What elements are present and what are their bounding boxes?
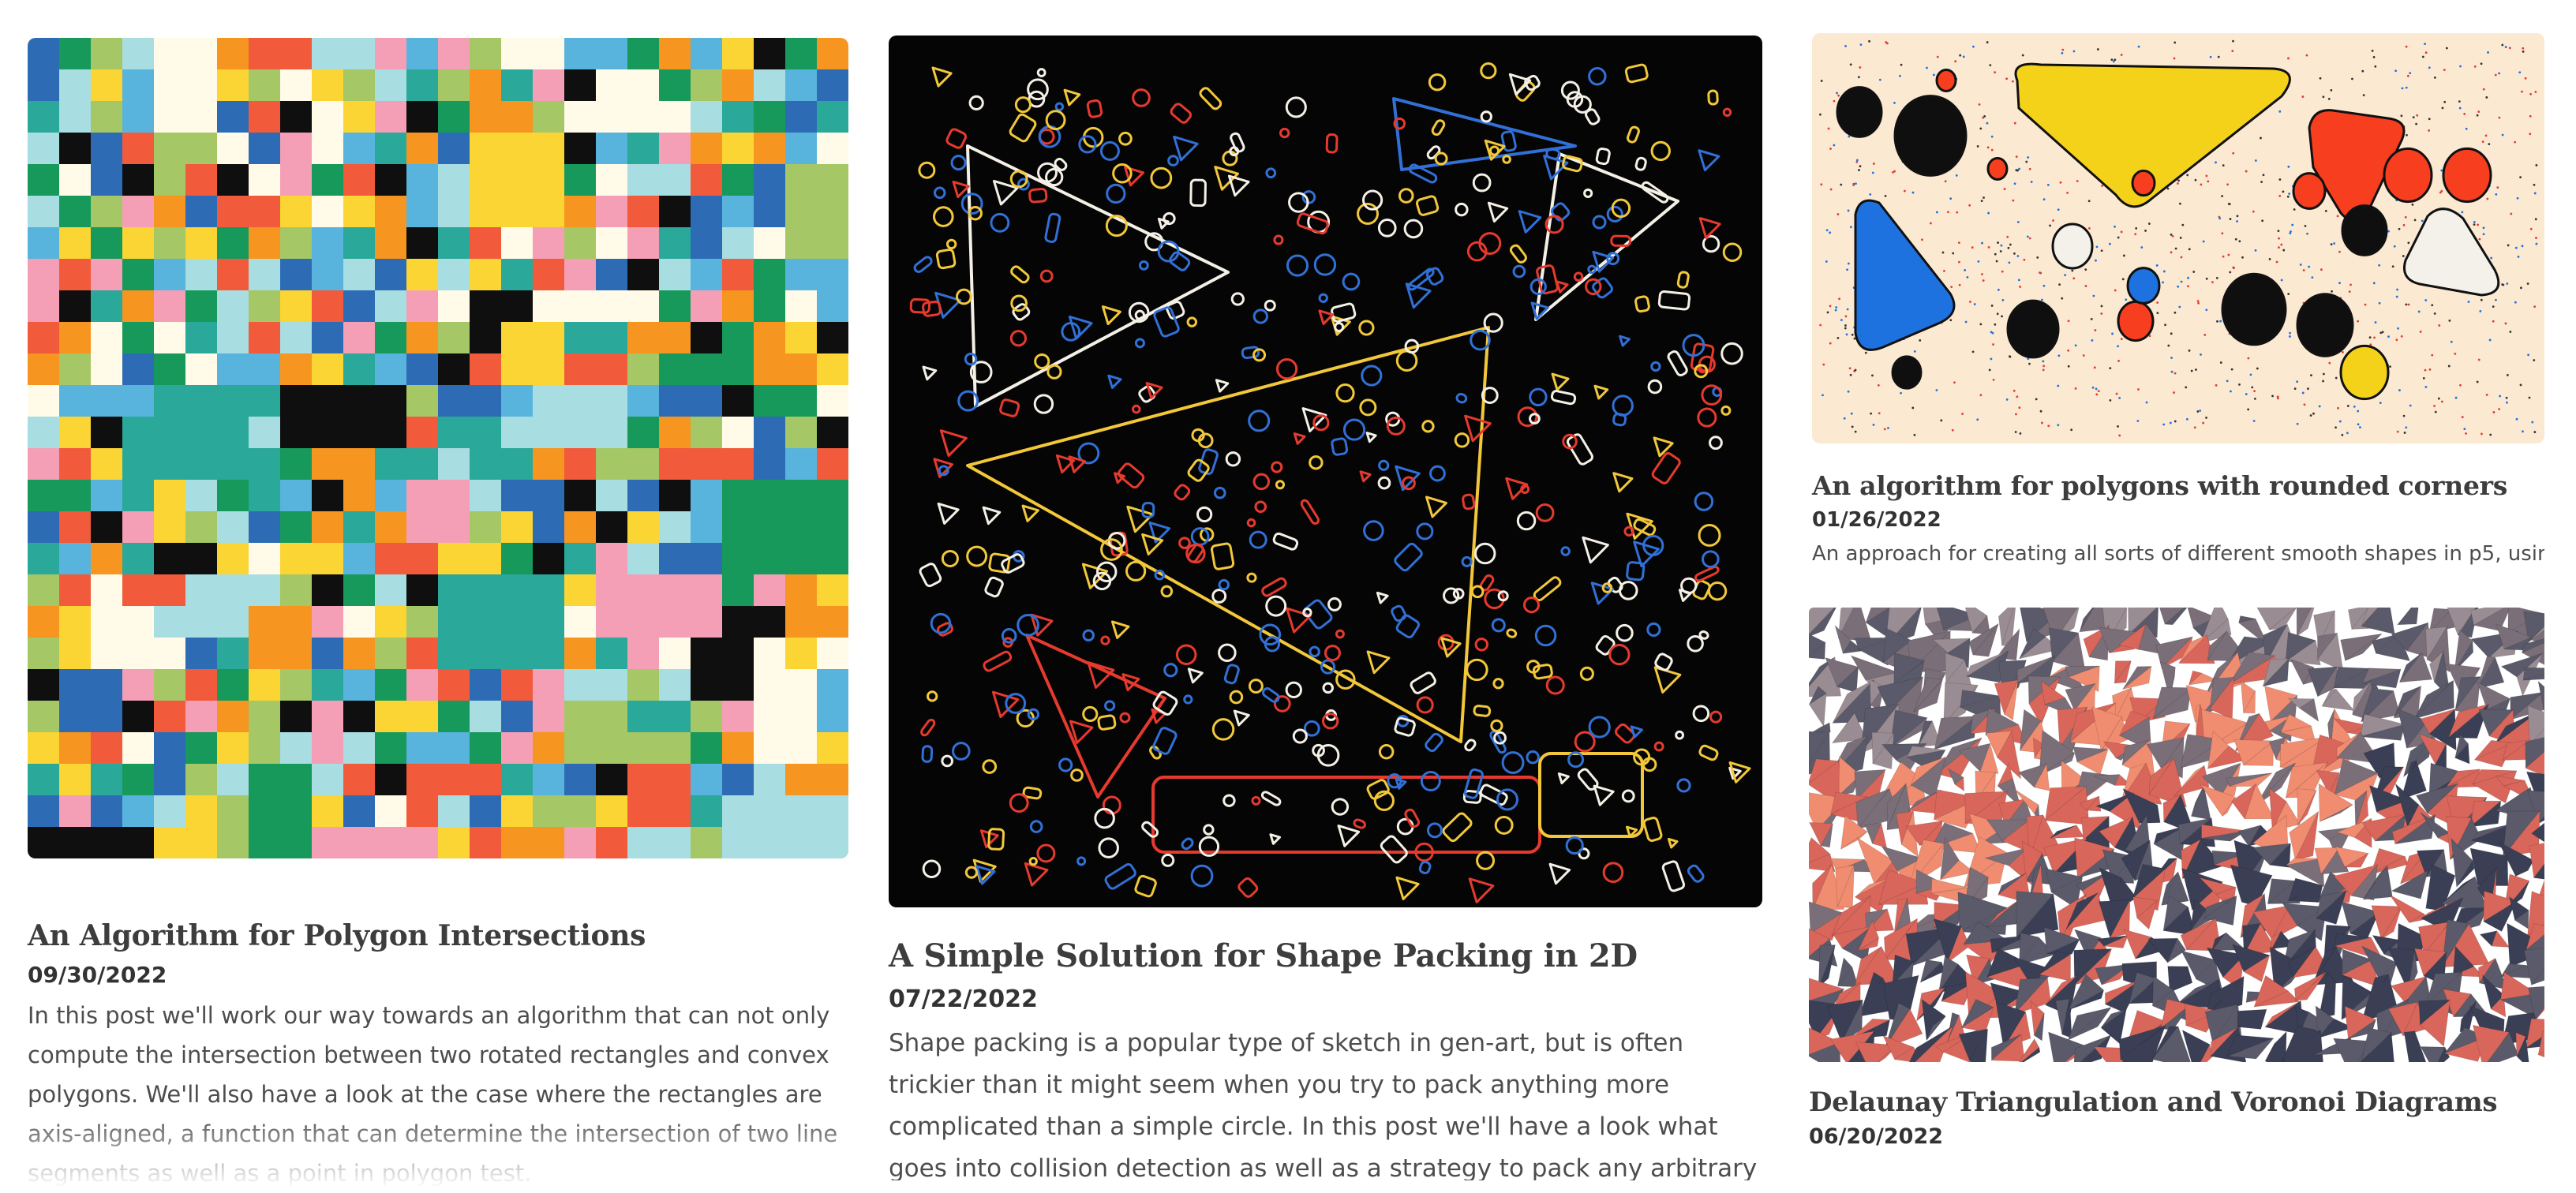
post-thumbnail-mosaic[interactable] bbox=[28, 38, 848, 858]
post-card-rounded-polygons[interactable]: An algorithm for polygons with rounded c… bbox=[1812, 33, 2544, 570]
post-thumbnail-rounded[interactable] bbox=[1812, 33, 2544, 443]
delaunay-image bbox=[1809, 608, 2544, 1062]
packing-image bbox=[889, 36, 1762, 907]
post-card-polygon-intersections[interactable]: An Algorithm for Polygon Intersections 0… bbox=[28, 38, 848, 1193]
post-date: 01/26/2022 bbox=[1812, 507, 2544, 533]
post-excerpt: Shape packing is a popular type of sketc… bbox=[889, 1023, 1762, 1180]
rounded-shapes-image bbox=[1812, 33, 2544, 443]
post-card-delaunay[interactable]: Delaunay Triangulation and Voronoi Diagr… bbox=[1809, 608, 2544, 1150]
post-date: 09/30/2022 bbox=[28, 961, 848, 989]
post-card-shape-packing[interactable]: A Simple Solution for Shape Packing in 2… bbox=[889, 36, 1762, 1180]
post-title[interactable]: A Simple Solution for Shape Packing in 2… bbox=[889, 937, 1762, 975]
post-thumbnail-packing[interactable] bbox=[889, 36, 1762, 907]
post-excerpt: An approach for creating all sorts of di… bbox=[1812, 538, 2544, 570]
post-title[interactable]: Delaunay Triangulation and Voronoi Diagr… bbox=[1809, 1086, 2544, 1119]
post-date: 07/22/2022 bbox=[889, 985, 1762, 1015]
post-thumbnail-delaunay[interactable] bbox=[1809, 608, 2544, 1062]
post-title[interactable]: An Algorithm for Polygon Intersections bbox=[28, 918, 848, 953]
post-title[interactable]: An algorithm for polygons with rounded c… bbox=[1812, 470, 2544, 502]
post-date: 06/20/2022 bbox=[1809, 1124, 2544, 1150]
post-excerpt: In this post we'll work our way towards … bbox=[28, 996, 848, 1193]
mosaic-image bbox=[28, 38, 848, 858]
